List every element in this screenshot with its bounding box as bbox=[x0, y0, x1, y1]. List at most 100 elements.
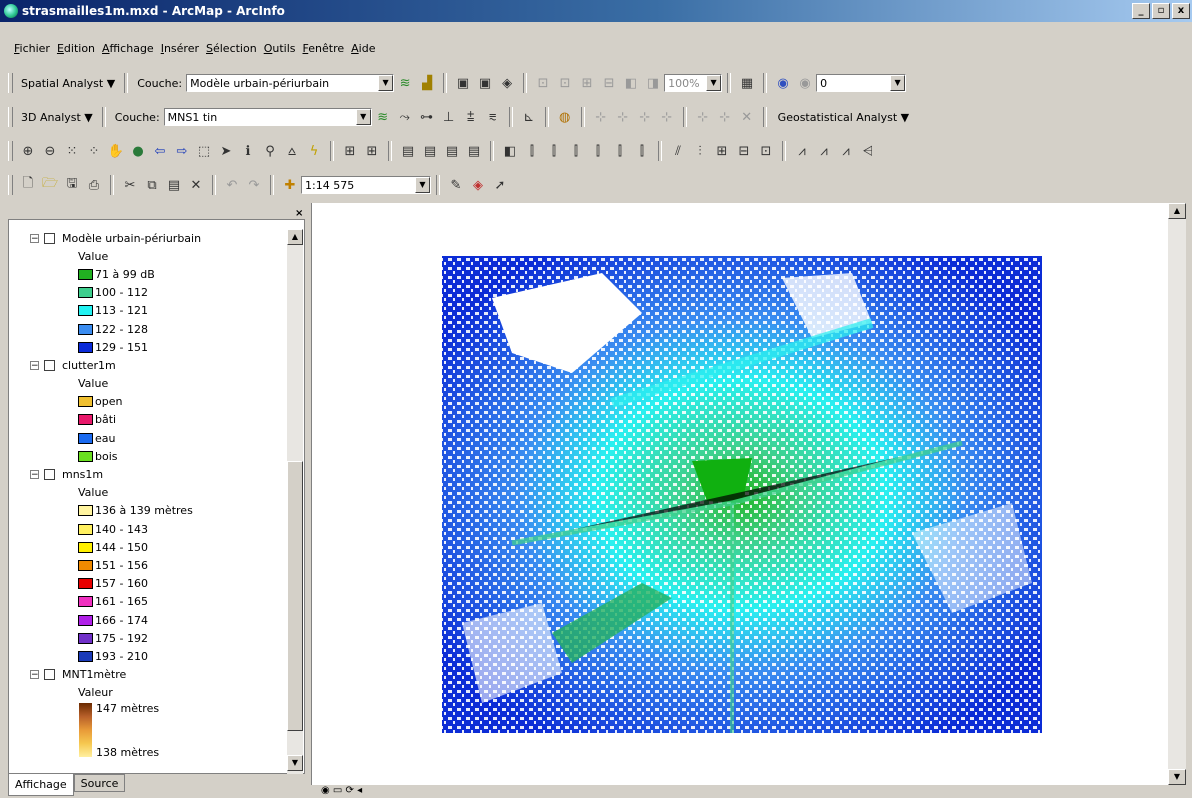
globe-right-icon[interactable]: ◉ bbox=[796, 74, 814, 92]
undo-icon[interactable]: ↶ bbox=[223, 176, 241, 194]
toolbar-grip[interactable] bbox=[8, 107, 13, 127]
pan-icon[interactable]: ◈ bbox=[498, 74, 516, 92]
back-arrow-icon[interactable]: ⇦ bbox=[151, 142, 169, 160]
fixed-zoom-in-icon[interactable]: ⁙ bbox=[63, 142, 81, 160]
align-tool-1-icon[interactable]: ◧ bbox=[501, 142, 519, 160]
scroll-thumb[interactable] bbox=[287, 461, 303, 731]
toc-close-icon[interactable]: × bbox=[295, 208, 303, 219]
tab-source[interactable]: Source bbox=[73, 774, 126, 792]
map-horizontal-scrollbar[interactable]: ◉ ▭ ⟳ ◂ bbox=[311, 785, 1168, 798]
align-tool-3-icon[interactable]: ⫿ bbox=[545, 142, 563, 160]
edit-tool-2-icon[interactable]: ⊹ bbox=[614, 108, 632, 126]
interpolate-point-icon[interactable]: ⊥ bbox=[440, 108, 458, 126]
editor-toolbar-icon[interactable]: ✎ bbox=[447, 176, 465, 194]
histogram-icon[interactable]: ▟ bbox=[418, 74, 436, 92]
align-tool-6-icon[interactable]: ⫿ bbox=[611, 142, 629, 160]
calculator-icon[interactable]: ▦ bbox=[738, 74, 756, 92]
layer-tool-3-icon[interactable]: ▤ bbox=[443, 142, 461, 160]
arcscene-icon[interactable]: ◍ bbox=[556, 108, 574, 126]
forward-arrow-icon[interactable]: ⇨ bbox=[173, 142, 191, 160]
distribute-tool-1-icon[interactable]: ⫽ bbox=[669, 142, 687, 160]
close-button[interactable]: x bbox=[1172, 3, 1190, 19]
map-scale-select[interactable]: 1:14 575 ▼ bbox=[301, 176, 431, 194]
contour-icon[interactable]: ≋ bbox=[396, 74, 414, 92]
hyperlink-icon[interactable]: ϟ bbox=[305, 142, 323, 160]
edit-tool-6-icon[interactable]: ⊹ bbox=[716, 108, 734, 126]
toolbar-grip[interactable] bbox=[8, 175, 13, 195]
scroll-down-icon[interactable]: ▼ bbox=[1168, 769, 1186, 785]
map-zoom-out-icon[interactable]: ▣ bbox=[476, 74, 494, 92]
whats-this-help-icon[interactable]: ➚ bbox=[491, 176, 509, 194]
toolbar-grip[interactable] bbox=[8, 73, 13, 93]
value-select[interactable]: 0 ▼ bbox=[816, 74, 907, 92]
layer-visibility-checkbox[interactable] bbox=[44, 469, 55, 481]
edit-tool-7-icon[interactable]: ✕ bbox=[738, 108, 756, 126]
align-tool-4-icon[interactable]: ⫿ bbox=[567, 142, 585, 160]
layer-visibility-checkbox[interactable] bbox=[44, 359, 55, 371]
select-pointer-icon[interactable]: ➤ bbox=[217, 142, 235, 160]
tab-affichage[interactable]: Affichage bbox=[8, 774, 74, 796]
zoom-out-icon[interactable]: ⊖ bbox=[41, 142, 59, 160]
pan-hand-icon[interactable]: ✋ bbox=[107, 142, 125, 160]
toc-layer-clutter1m[interactable]: − clutter1m bbox=[30, 356, 286, 374]
scroll-up-icon[interactable]: ▲ bbox=[1168, 203, 1186, 219]
measure-icon[interactable]: ⩟ bbox=[283, 142, 301, 160]
identify-icon[interactable]: ℹ bbox=[239, 142, 257, 160]
draw-tool-4-icon[interactable]: ⩤ bbox=[859, 142, 877, 160]
map-zoom-in-icon[interactable]: ▣ bbox=[454, 74, 472, 92]
menu-fichier[interactable]: Fichier bbox=[14, 42, 50, 55]
map-vertical-scrollbar[interactable]: ▲ ▼ bbox=[1168, 203, 1186, 785]
menu-inserer[interactable]: Insérer bbox=[161, 42, 199, 55]
collapse-icon[interactable]: − bbox=[30, 470, 39, 480]
collapse-icon[interactable]: − bbox=[30, 233, 39, 243]
align-tool-2-icon[interactable]: ⫿ bbox=[523, 142, 541, 160]
layer-tool-1-icon[interactable]: ▤ bbox=[399, 142, 417, 160]
collapse-icon[interactable]: − bbox=[30, 360, 39, 370]
toc-layer-mnt1metre[interactable]: − MNT1mètre bbox=[30, 666, 286, 684]
menu-affichage[interactable]: Affichage bbox=[102, 42, 154, 55]
layout-fixed-icon[interactable]: ⊞ bbox=[578, 74, 596, 92]
save-icon[interactable]: 🖫 bbox=[63, 176, 81, 194]
layout-forward-icon[interactable]: ◨ bbox=[644, 74, 662, 92]
edit-tool-4-icon[interactable]: ⊹ bbox=[658, 108, 676, 126]
interpolate-polygon-icon[interactable]: ⩳ bbox=[484, 108, 502, 126]
georef-tool-1-icon[interactable]: ⊞ bbox=[341, 142, 359, 160]
layer-tool-4-icon[interactable]: ▤ bbox=[465, 142, 483, 160]
edit-tool-1-icon[interactable]: ⊹ bbox=[592, 108, 610, 126]
3d-layer-select[interactable]: MNS1 tin ▼ bbox=[163, 108, 372, 126]
draw-tool-1-icon[interactable]: ⩘ bbox=[793, 142, 811, 160]
menu-fenetre[interactable]: Fenêtre bbox=[303, 42, 345, 55]
layer-visibility-checkbox[interactable] bbox=[44, 232, 55, 244]
menu-outils[interactable]: Outils bbox=[264, 42, 296, 55]
paste-icon[interactable]: ▤ bbox=[165, 176, 183, 194]
interpolate-line-icon[interactable]: ⩲ bbox=[462, 108, 480, 126]
open-folder-icon[interactable]: 🗁 bbox=[41, 176, 59, 194]
steepest-path-icon[interactable]: ⤳ bbox=[396, 108, 414, 126]
maximize-button[interactable]: ▫ bbox=[1152, 3, 1170, 19]
arctoolbox-icon[interactable]: ◈ bbox=[469, 176, 487, 194]
chevron-down-icon[interactable]: ▼ bbox=[378, 75, 394, 91]
redo-icon[interactable]: ↷ bbox=[245, 176, 263, 194]
fixed-zoom-out-icon[interactable]: ⁘ bbox=[85, 142, 103, 160]
full-extent-globe-icon[interactable]: ● bbox=[129, 142, 147, 160]
contour-tool-icon[interactable]: ≋ bbox=[374, 108, 392, 126]
collapse-icon[interactable]: − bbox=[30, 670, 39, 680]
georef-tool-2-icon[interactable]: ⊞ bbox=[363, 142, 381, 160]
chevron-down-icon[interactable]: ▼ bbox=[415, 177, 430, 193]
layout-back-icon[interactable]: ◧ bbox=[622, 74, 640, 92]
toc-layer-modele-urbain[interactable]: − Modèle urbain-périurbain bbox=[30, 229, 286, 247]
menu-aide[interactable]: Aide bbox=[351, 42, 375, 55]
geostatistical-analyst-menu[interactable]: Geostatistical Analyst ▼ bbox=[772, 111, 915, 124]
grid-tool-2-icon[interactable]: ⊟ bbox=[735, 142, 753, 160]
layout-zoom-in-icon[interactable]: ⊡ bbox=[534, 74, 552, 92]
edit-tool-3-icon[interactable]: ⊹ bbox=[636, 108, 654, 126]
chevron-down-icon[interactable]: ▼ bbox=[355, 109, 371, 125]
layer-visibility-checkbox[interactable] bbox=[44, 669, 55, 681]
toolbar-grip[interactable] bbox=[8, 141, 13, 161]
toc-layer-mns1m[interactable]: − mns1m bbox=[30, 465, 286, 483]
delete-icon[interactable]: ✕ bbox=[187, 176, 205, 194]
select-features-icon[interactable]: ⬚ bbox=[195, 142, 213, 160]
3d-analyst-menu[interactable]: 3D Analyst ▼ bbox=[17, 111, 97, 124]
menu-edition[interactable]: Edition bbox=[57, 42, 95, 55]
new-document-icon[interactable]: 🗋 bbox=[19, 176, 37, 194]
